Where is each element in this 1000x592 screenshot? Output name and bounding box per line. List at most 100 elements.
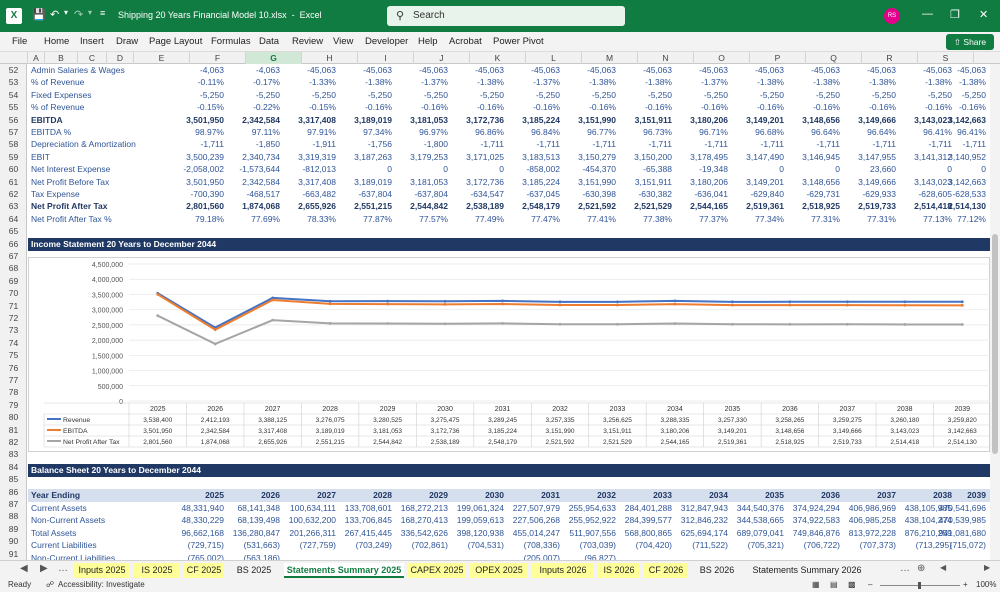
row-header[interactable]: 88 xyxy=(0,510,27,522)
balance-row-value[interactable]: 284,399,577 xyxy=(612,514,672,526)
menu-power-pivot[interactable]: Power Pivot xyxy=(493,36,544,47)
row-header[interactable]: 63 xyxy=(0,200,27,212)
row-value[interactable]: -0.16% xyxy=(724,101,784,113)
series-point[interactable] xyxy=(903,300,907,304)
row-value[interactable]: 0 xyxy=(724,163,784,175)
series-point[interactable] xyxy=(845,300,849,304)
save-icon[interactable]: 💾 xyxy=(32,8,46,21)
row-header[interactable]: 69 xyxy=(0,275,27,287)
row-value[interactable]: -1.38% xyxy=(332,76,392,88)
row-header[interactable]: 56 xyxy=(0,114,27,126)
row-value[interactable]: -1,711 xyxy=(836,138,896,150)
balance-year[interactable]: 2036 xyxy=(780,489,840,501)
row-value[interactable]: -5,250 xyxy=(444,89,504,101)
row-header[interactable]: 68 xyxy=(0,262,27,274)
sheet-tab[interactable]: IS 2026 xyxy=(598,563,640,578)
column-header-k[interactable]: K xyxy=(470,52,526,64)
row-value[interactable]: 2,521,529 xyxy=(612,200,672,212)
balance-row-value[interactable]: 68,139,498 xyxy=(220,514,280,526)
row-value[interactable]: -1,711 xyxy=(164,138,224,150)
row-value[interactable]: -1,711 xyxy=(500,138,560,150)
row-value[interactable]: -1,756 xyxy=(332,138,392,150)
row-value[interactable]: -629,731 xyxy=(780,188,840,200)
row-value[interactable]: 79.18% xyxy=(164,213,224,225)
redo-dropdown-icon[interactable]: ▾ xyxy=(88,8,92,17)
series-point[interactable] xyxy=(558,322,562,326)
row-header[interactable]: 90 xyxy=(0,535,27,547)
row-header[interactable]: 59 xyxy=(0,151,27,163)
balance-row-value[interactable] xyxy=(926,552,986,560)
column-header-q[interactable]: Q xyxy=(806,52,862,64)
sheet-tab[interactable]: Statements Summary 2025 xyxy=(284,563,404,578)
row-header[interactable]: 83 xyxy=(0,448,27,460)
series-point[interactable] xyxy=(271,318,275,322)
balance-row-value[interactable]: 568,800,865 xyxy=(612,527,672,539)
balance-row-value[interactable]: 689,079,041 xyxy=(724,527,784,539)
balance-row-value[interactable]: 406,985,258 xyxy=(836,514,896,526)
row-value[interactable]: 2,340,734 xyxy=(220,151,280,163)
row-header[interactable]: 72 xyxy=(0,312,27,324)
series-point[interactable] xyxy=(731,303,734,307)
row-header[interactable]: 61 xyxy=(0,176,27,188)
series-point[interactable] xyxy=(731,322,734,326)
balance-row-value[interactable]: 133,708,601 xyxy=(332,502,392,514)
row-value[interactable]: 23,660 xyxy=(836,163,896,175)
row-value[interactable]: -0.15% xyxy=(276,101,336,113)
row-value[interactable]: -0.17% xyxy=(220,76,280,88)
row-value[interactable]: 78.33% xyxy=(276,213,336,225)
menu-draw[interactable]: Draw xyxy=(116,36,138,47)
page-layout-view-icon[interactable]: ▤ xyxy=(830,580,838,589)
balance-row-value[interactable]: (702,861) xyxy=(388,539,448,551)
series-point[interactable] xyxy=(616,303,619,307)
balance-row-value[interactable]: 284,401,288 xyxy=(612,502,672,514)
balance-row-value[interactable]: 406,986,969 xyxy=(836,502,896,514)
row-value[interactable]: 3,140,952 xyxy=(926,151,986,163)
row-value[interactable]: 3,180,206 xyxy=(668,114,728,126)
sheet-tab[interactable]: IS 2025 xyxy=(134,563,180,578)
column-header-d[interactable]: D xyxy=(107,52,134,64)
share-button[interactable]: ⇧ Share xyxy=(946,34,994,50)
series-point[interactable] xyxy=(788,300,792,304)
row-header[interactable]: 54 xyxy=(0,89,27,101)
column-header-o[interactable]: O xyxy=(694,52,750,64)
balance-row-value[interactable]: (531,663) xyxy=(220,539,280,551)
series-point[interactable] xyxy=(501,322,504,325)
row-value[interactable]: -1.38% xyxy=(780,76,840,88)
balance-row-value[interactable]: 470,541,696 xyxy=(926,502,986,514)
row-value[interactable]: -0.16% xyxy=(780,101,840,113)
row-value[interactable]: -1.37% xyxy=(388,76,448,88)
row-label[interactable]: Net Profit Before Tax xyxy=(31,176,109,188)
row-value[interactable]: 3,178,495 xyxy=(668,151,728,163)
row-label[interactable]: Tax Expense xyxy=(31,188,80,200)
balance-row-value[interactable]: (703,039) xyxy=(556,539,616,551)
series-point[interactable] xyxy=(788,322,792,326)
balance-row-value[interactable]: 511,907,556 xyxy=(556,527,616,539)
balance-row-value[interactable]: (704,420) xyxy=(612,539,672,551)
balance-row-value[interactable]: (205,007) xyxy=(500,552,560,560)
row-value[interactable]: -629,933 xyxy=(836,188,896,200)
series-point[interactable] xyxy=(903,323,907,326)
series-point[interactable] xyxy=(845,322,849,326)
balance-row-value[interactable]: 168,270,413 xyxy=(388,514,448,526)
balance-year[interactable]: 2033 xyxy=(612,489,672,501)
balance-row-value[interactable]: 68,141,348 xyxy=(220,502,280,514)
column-header-r[interactable]: R xyxy=(862,52,918,64)
column-header-e[interactable]: E xyxy=(134,52,190,64)
row-value[interactable]: 3,147,955 xyxy=(836,151,896,163)
series-point[interactable] xyxy=(213,328,217,332)
row-value[interactable]: 3,181,053 xyxy=(388,114,448,126)
balance-row-value[interactable]: (715,072) xyxy=(926,539,986,551)
row-value[interactable]: 2,342,584 xyxy=(220,114,280,126)
balance-row-value[interactable] xyxy=(276,552,336,560)
row-header[interactable]: 64 xyxy=(0,213,27,225)
row-value[interactable]: 0 xyxy=(388,163,448,175)
row-label[interactable]: % of Revenue xyxy=(31,101,84,113)
tab-scroll-left-icon[interactable]: ◀ xyxy=(20,563,28,574)
balance-row-value[interactable] xyxy=(724,552,784,560)
series-point[interactable] xyxy=(328,321,332,325)
row-value[interactable]: -45,063 xyxy=(612,64,672,76)
balance-row-value[interactable]: 374,922,583 xyxy=(780,514,840,526)
balance-row-value[interactable]: (729,715) xyxy=(164,539,224,551)
balance-row-value[interactable] xyxy=(836,552,896,560)
row-header[interactable]: 70 xyxy=(0,287,27,299)
